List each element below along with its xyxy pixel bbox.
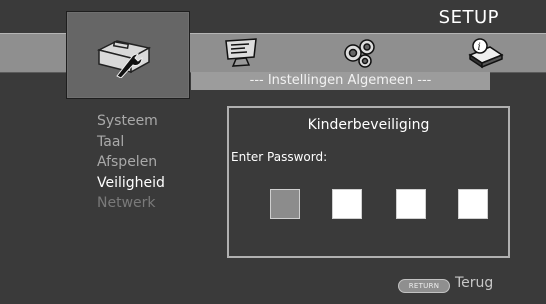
audio-speakers-icon[interactable] — [343, 37, 379, 69]
password-digit-4[interactable] — [458, 189, 488, 219]
password-digit-2[interactable] — [332, 189, 362, 219]
password-digit-3[interactable] — [396, 189, 426, 219]
menu-item-systeem[interactable]: Systeem — [97, 111, 165, 132]
info-book-icon[interactable]: i — [466, 37, 506, 69]
svg-text:i: i — [478, 42, 481, 53]
settings-menu: Systeem Taal Afspelen Veiligheid Netwerk — [97, 111, 165, 214]
toolbox-wrench-icon — [97, 40, 152, 78]
password-prompt: Enter Password: — [231, 150, 328, 164]
password-digit-1[interactable] — [270, 189, 300, 219]
menu-item-netwerk[interactable]: Netwerk — [97, 193, 165, 214]
page-title: SETUP — [438, 7, 499, 28]
category-general-tile[interactable] — [66, 11, 190, 99]
section-subheader: --- Instellingen Algemeen --- — [191, 72, 490, 90]
menu-item-taal[interactable]: Taal — [97, 132, 165, 153]
display-settings-icon[interactable] — [221, 37, 261, 67]
return-button[interactable]: RETURN — [398, 279, 450, 293]
menu-item-veiligheid[interactable]: Veiligheid — [97, 173, 165, 194]
setup-screen: SETUP i --- Instellingen Algemeen --- Sy… — [0, 0, 546, 304]
panel-title: Kinderbeveiliging — [307, 117, 430, 133]
back-label: Terug — [455, 275, 494, 291]
menu-item-afspelen[interactable]: Afspelen — [97, 152, 165, 173]
parental-lock-panel: Kinderbeveiliging Enter Password: — [227, 106, 510, 258]
